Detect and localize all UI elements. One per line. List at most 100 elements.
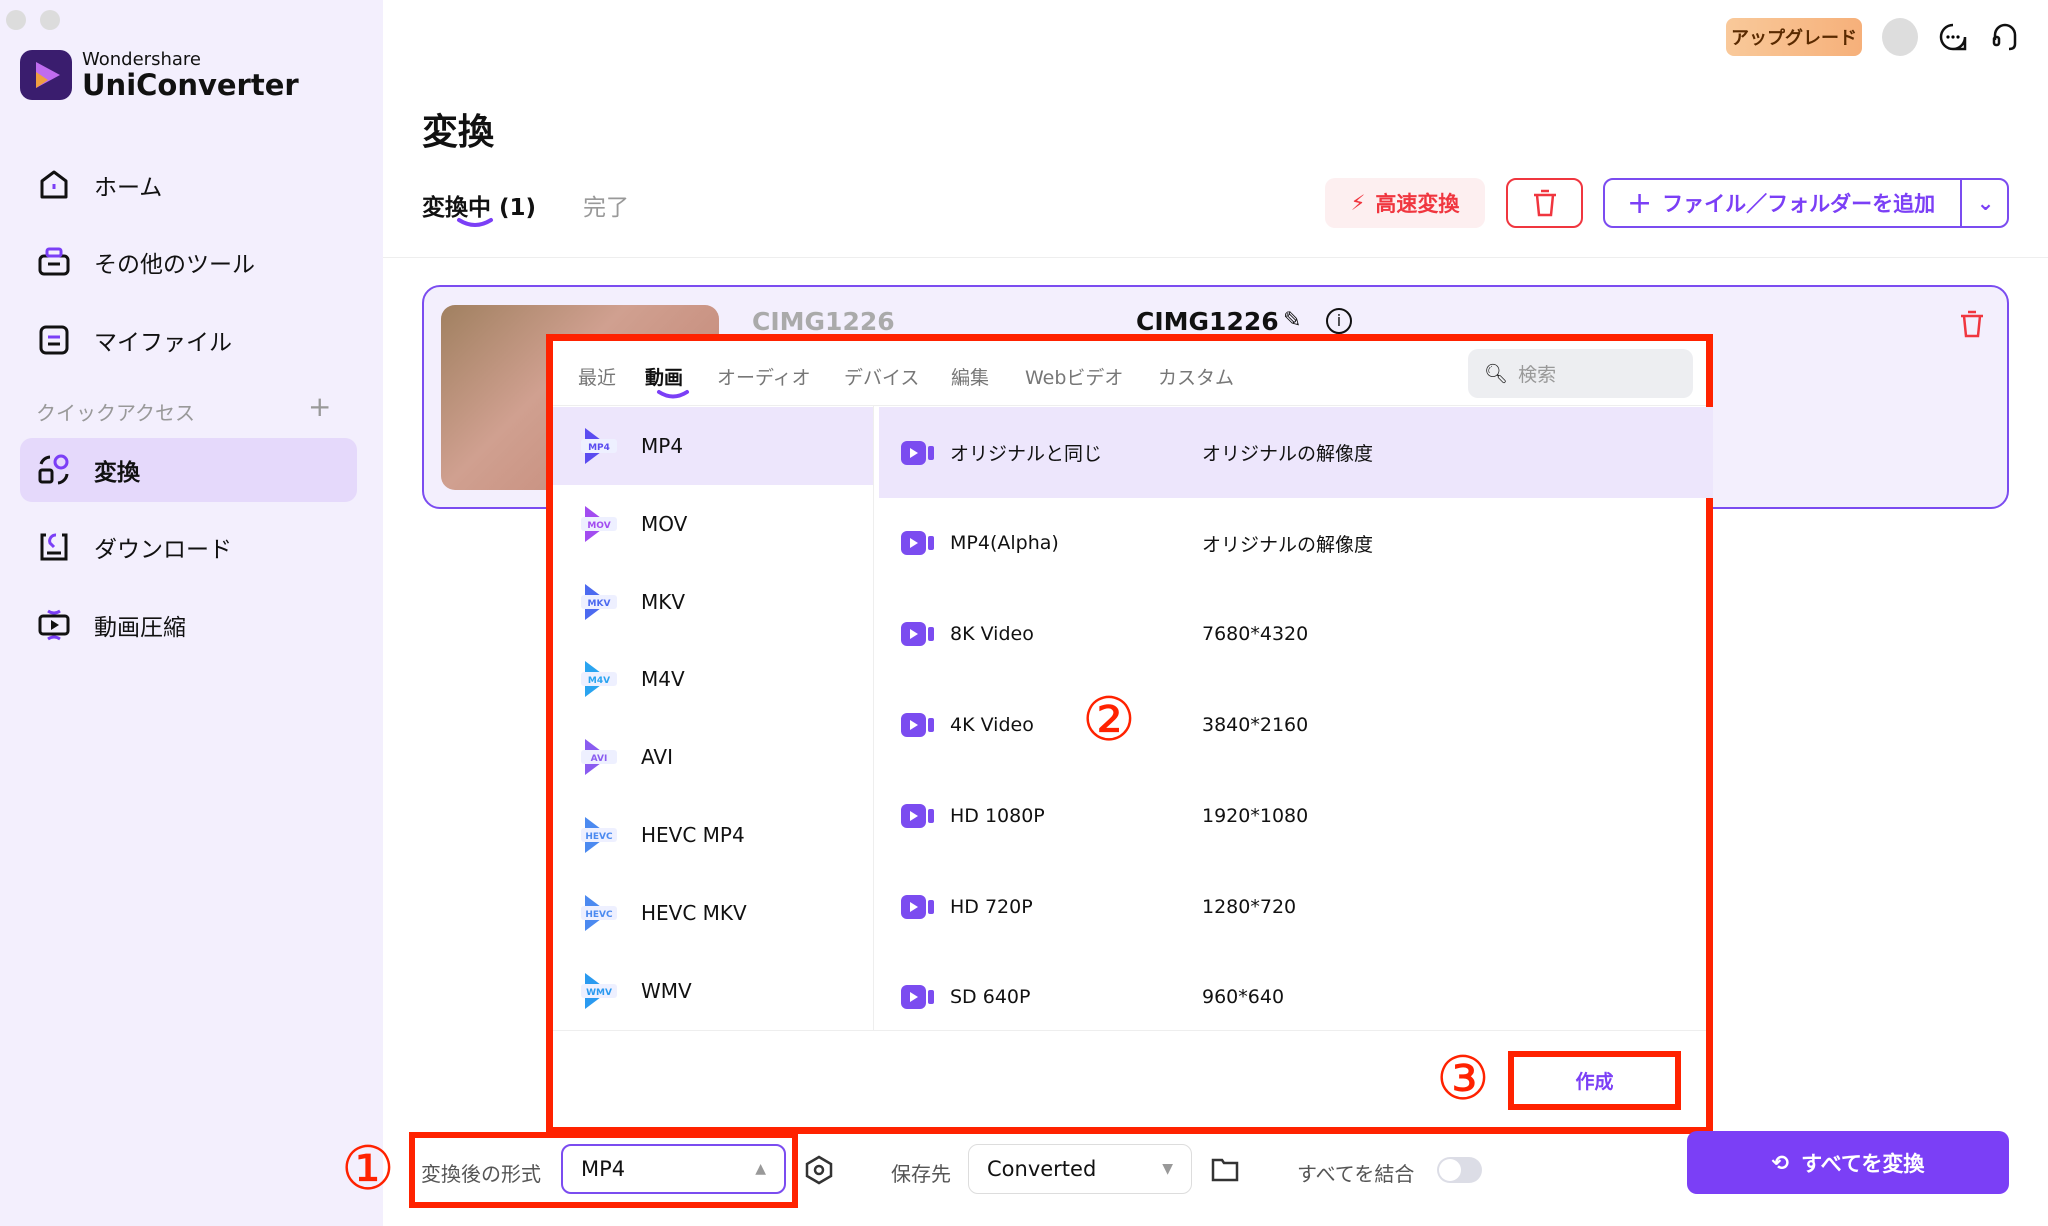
trash-icon — [1533, 189, 1556, 217]
category-tab[interactable]: デバイス — [844, 363, 919, 390]
format-item[interactable]: MP4 MP4 — [553, 407, 873, 485]
sidebar-item-label: 変換 — [94, 460, 140, 486]
preset-item[interactable]: 8K Video 7680*4320 — [879, 589, 1713, 680]
home-icon — [40, 170, 68, 199]
info-icon[interactable]: i — [1326, 308, 1352, 334]
preset-name: 8K Video — [950, 623, 1034, 646]
format-item[interactable]: MKV MKV — [553, 563, 873, 641]
category-tab[interactable]: カスタム — [1158, 363, 1234, 390]
header-divider — [383, 257, 2048, 258]
format-name: MP4 — [641, 434, 684, 458]
preset-item[interactable]: オリジナルと同じ オリジナルの解像度 — [879, 407, 1713, 498]
upgrade-button[interactable]: アップグレード — [1726, 18, 1862, 56]
save-location-select[interactable]: Converted ▼ — [968, 1144, 1192, 1194]
chat-icon[interactable] — [1938, 22, 1968, 52]
chevron-down-icon: ⌄ — [1976, 191, 1995, 215]
format-icon: WMV — [579, 971, 619, 1011]
category-tab[interactable]: 動画 — [645, 363, 683, 390]
create-button[interactable]: 作成 — [1515, 1058, 1674, 1103]
svg-text:MOV: MOV — [587, 521, 610, 531]
convert-all-label: すべてを変換 — [1801, 1151, 1925, 1176]
merge-all-toggle[interactable] — [1437, 1157, 1482, 1183]
search-placeholder: 検索 — [1518, 364, 1557, 386]
preset-item[interactable]: HD 720P 1280*720 — [879, 861, 1713, 952]
svg-text:MKV: MKV — [588, 599, 611, 609]
video-camera-icon — [901, 622, 934, 647]
preset-item[interactable]: 4K Video 3840*2160 — [879, 679, 1713, 770]
category-tab[interactable]: Webビデオ — [1025, 363, 1123, 390]
preset-name: HD 1080P — [950, 804, 1045, 827]
video-camera-icon — [901, 803, 934, 828]
sidebar-item-compress[interactable]: 動画圧縮 — [20, 593, 357, 657]
format-icon: MOV — [579, 504, 619, 544]
edit-icon[interactable]: ✎ — [1283, 308, 1301, 333]
window-minimize-button[interactable] — [40, 10, 60, 30]
caret-down-icon: ▼ — [1162, 1161, 1173, 1177]
preset-item[interactable]: MP4(Alpha) オリジナルの解像度 — [879, 498, 1713, 589]
brand-top: Wondershare — [82, 49, 201, 70]
category-tab[interactable]: オーディオ — [717, 363, 811, 390]
format-item[interactable]: M4V M4V — [553, 640, 873, 718]
category-tab[interactable]: 編集 — [951, 363, 989, 390]
search-icon: 🔍︎ — [1484, 363, 1509, 385]
footer-divider — [553, 1030, 1706, 1031]
window-close-button[interactable] — [6, 10, 26, 30]
add-files-dropdown[interactable]: ⌄ — [1960, 178, 2009, 228]
format-item[interactable]: HEVC HEVC MP4 — [553, 796, 873, 874]
sidebar-item-tools[interactable]: その他のツール — [20, 230, 357, 294]
video-camera-icon — [901, 985, 934, 1010]
format-item[interactable]: HEVC HEVC MKV — [553, 874, 873, 952]
sidebar-item-label: ホーム — [94, 175, 163, 201]
format-name: MKV — [641, 589, 686, 614]
tab-completed[interactable]: 完了 — [583, 188, 629, 222]
preset-resolution: 960*640 — [1202, 986, 1285, 1009]
delete-file-icon[interactable] — [1959, 310, 1985, 338]
sidebar-item-download[interactable]: ダウンロード — [20, 515, 357, 579]
format-name: AVI — [641, 745, 673, 770]
avatar[interactable] — [1882, 18, 1918, 56]
video-camera-icon — [901, 440, 934, 465]
annotation-3: ③ — [1436, 1044, 1490, 1114]
folder-icon[interactable] — [1210, 1155, 1240, 1183]
clear-all-button[interactable] — [1506, 178, 1583, 228]
preset-item[interactable]: HD 1080P 1920*1080 — [879, 770, 1713, 861]
app-logo — [20, 50, 72, 100]
file-icon — [39, 325, 69, 355]
preset-resolution: 1920*1080 — [1202, 804, 1309, 827]
svg-text:M4V: M4V — [588, 676, 610, 686]
add-quick-access-button[interactable]: + — [308, 390, 331, 423]
format-icon: MKV — [579, 582, 619, 622]
video-camera-icon — [901, 894, 934, 919]
sidebar-item-label: ダウンロード — [94, 537, 232, 563]
toolbox-icon — [38, 247, 70, 276]
format-settings-icon[interactable] — [804, 1155, 834, 1185]
headset-icon[interactable] — [1990, 22, 2020, 52]
format-item[interactable]: AVI AVI — [553, 718, 873, 796]
format-item[interactable]: MOV MOV — [553, 485, 873, 563]
output-file-name: CIMG1226 — [1136, 307, 1279, 336]
format-name: MOV — [641, 511, 688, 536]
preset-resolution: 3840*2160 — [1202, 713, 1309, 736]
quick-access-label: クイックアクセス — [36, 401, 195, 425]
format-search-input[interactable]: 🔍︎ 検索 — [1468, 349, 1693, 398]
convert-all-button[interactable]: ⟲ すべてを変換 — [1687, 1131, 2009, 1194]
sidebar-item-convert[interactable]: 変換 — [20, 438, 357, 502]
add-files-label: ファイル／フォルダーを追加 — [1662, 192, 1936, 216]
svg-text:HEVC: HEVC — [585, 910, 613, 920]
category-tab[interactable]: 最近 — [578, 363, 616, 390]
format-item[interactable]: WMV WMV — [553, 952, 873, 1030]
sidebar-item-label: マイファイル — [94, 330, 232, 356]
format-name: M4V — [641, 667, 685, 692]
sidebar-item-myfiles[interactable]: マイファイル — [20, 308, 357, 372]
lightning-icon: ⚡ — [1350, 191, 1366, 215]
add-files-button[interactable]: + ファイル／フォルダーを追加 — [1603, 178, 2009, 228]
caret-up-icon: ▲ — [755, 1161, 766, 1177]
output-format-value: MP4 — [581, 1157, 626, 1181]
sidebar-item-home[interactable]: ホーム — [20, 153, 357, 217]
convert-icon — [38, 454, 69, 485]
page-title: 変換 — [422, 112, 495, 153]
fast-convert-button[interactable]: ⚡ 高速変換 — [1325, 178, 1485, 228]
convert-icon: ⟲ — [1771, 1150, 1790, 1175]
format-name: HEVC MKV — [641, 900, 747, 925]
output-format-select[interactable]: MP4 ▲ — [561, 1144, 786, 1194]
